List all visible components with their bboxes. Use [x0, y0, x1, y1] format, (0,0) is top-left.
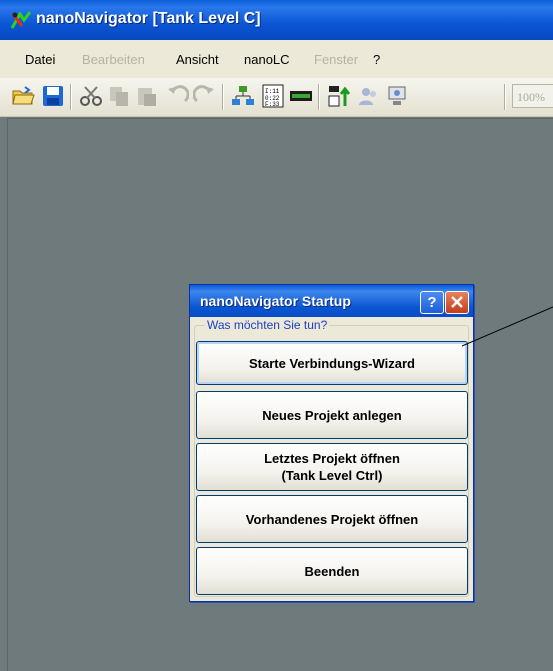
open-folder-icon[interactable] — [10, 83, 36, 109]
open-existing-project-button[interactable]: Vorhandenes Projekt öffnen — [196, 495, 468, 543]
copy-icon[interactable] — [106, 83, 132, 109]
redo-icon[interactable] — [192, 83, 218, 109]
save-icon[interactable] — [40, 83, 66, 109]
start-wizard-button[interactable]: Starte Verbindungs-Wizard — [196, 341, 468, 385]
menu-help[interactable]: ? — [373, 52, 380, 67]
menu-bearbeiten[interactable]: Bearbeiten — [82, 52, 145, 67]
menu-nanolc[interactable]: nanoLC — [244, 52, 290, 67]
open-last-project-label: Letztes Projekt öffnen — [264, 451, 400, 466]
help-button[interactable]: ? — [420, 291, 444, 314]
open-last-project-button[interactable]: Letztes Projekt öffnen (Tank Level Ctrl) — [196, 443, 468, 491]
dialog-title: nanoNavigator Startup — [200, 293, 351, 309]
new-project-label: Neues Projekt anlegen — [262, 407, 402, 423]
bar-icon[interactable] — [288, 83, 314, 109]
transfer-icon[interactable] — [326, 83, 352, 109]
startup-dialog: nanoNavigator Startup ? Was möchten Sie … — [189, 284, 474, 602]
toolbar-separator — [504, 84, 506, 110]
menu-bar: Datei Bearbeiten Ansicht nanoLC Fenster … — [0, 40, 553, 78]
window-title: nanoNavigator [Tank Level C] — [36, 10, 261, 27]
new-project-button[interactable]: Neues Projekt anlegen — [196, 391, 468, 439]
toolbar: I:11 0:22 F:33 100% — [0, 78, 553, 117]
svg-text:F:33: F:33 — [265, 101, 280, 108]
paste-icon[interactable] — [134, 83, 160, 109]
toolbar-separator — [70, 84, 72, 110]
toolbar-separator — [318, 84, 320, 110]
toolbar-separator — [222, 84, 224, 110]
undo-icon[interactable] — [164, 83, 190, 109]
app-logo-icon — [10, 11, 32, 29]
group-label: Was möchten Sie tun? — [205, 318, 330, 332]
network-icon[interactable] — [230, 83, 256, 109]
io-table-icon[interactable]: I:11 0:22 F:33 — [260, 83, 286, 109]
menu-fenster[interactable]: Fenster — [314, 52, 358, 67]
cut-icon[interactable] — [78, 83, 104, 109]
start-wizard-label: Starte Verbindungs-Wizard — [248, 355, 416, 371]
monitor-icon[interactable] — [384, 83, 410, 109]
menu-ansicht[interactable]: Ansicht — [176, 52, 219, 67]
last-project-name: (Tank Level Ctrl) — [281, 468, 383, 483]
close-icon — [451, 296, 463, 308]
open-existing-project-label: Vorhandenes Projekt öffnen — [245, 511, 419, 527]
close-button[interactable] — [445, 291, 469, 314]
window-titlebar[interactable]: nanoNavigator [Tank Level C] — [0, 0, 553, 40]
exit-button[interactable]: Beenden — [196, 547, 468, 595]
dialog-titlebar[interactable]: nanoNavigator Startup ? — [190, 285, 473, 317]
svg-text:I:11: I:11 — [265, 88, 280, 95]
users-icon[interactable] — [356, 83, 382, 109]
zoom-combobox[interactable]: 100% — [512, 84, 553, 108]
exit-label: Beenden — [304, 563, 360, 579]
menu-datei[interactable]: Datei — [25, 52, 55, 67]
